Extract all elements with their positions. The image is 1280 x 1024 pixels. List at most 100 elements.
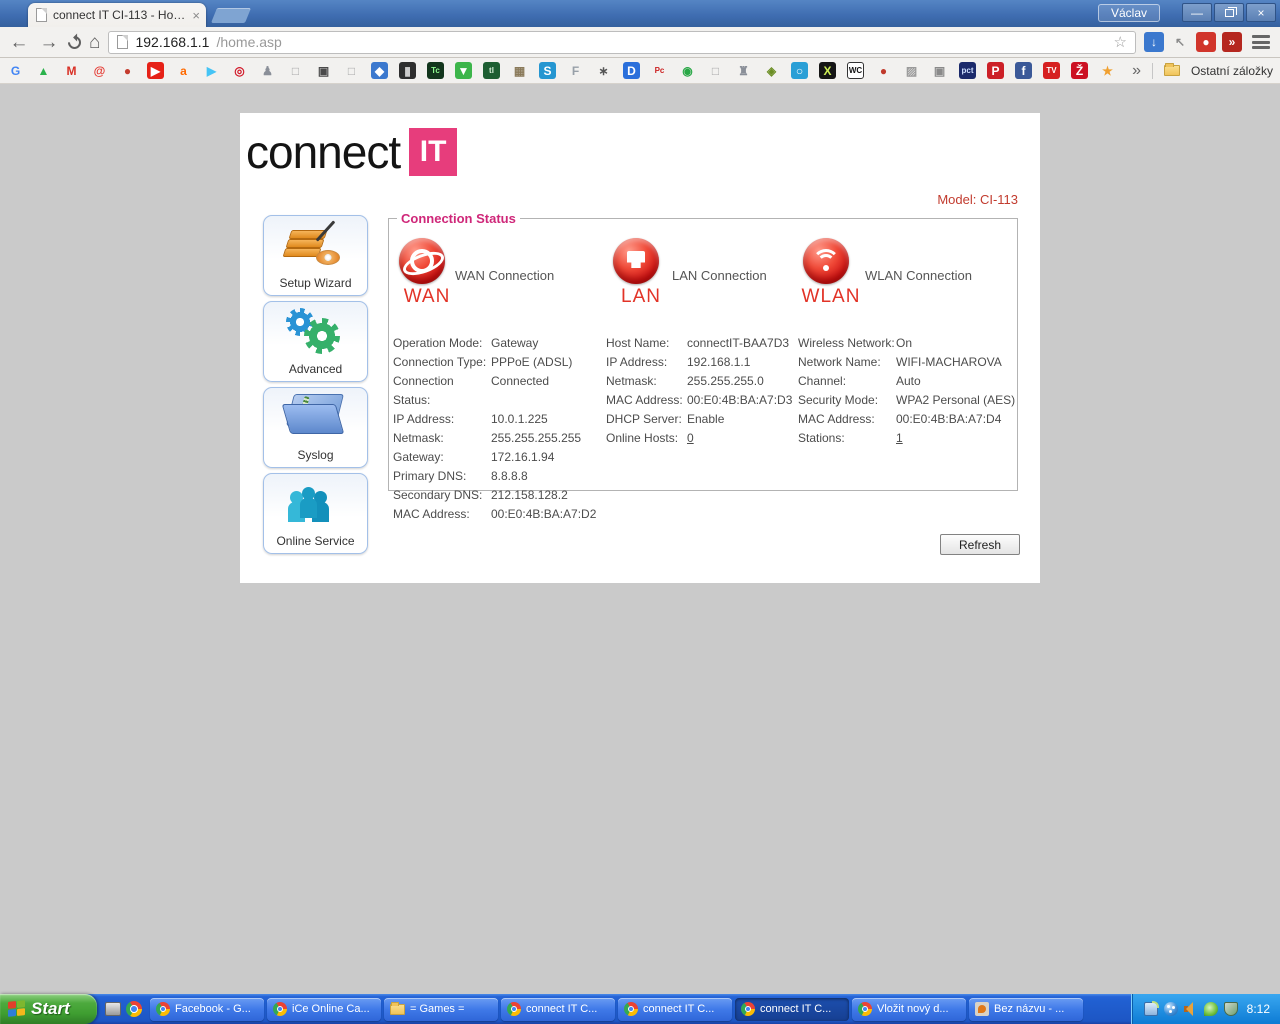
taskbar-item[interactable]: iCe Online Ca... [267,997,381,1021]
cursor-extension-icon[interactable]: ↖ [1170,32,1190,52]
other-bookmarks-label[interactable]: Ostatní záložky [1191,64,1273,78]
alza-bookmark-icon[interactable]: a [175,62,192,79]
url-bar[interactable]: 192.168.1.1/home.asp ☆ [108,30,1136,54]
d-blue-bookmark-icon[interactable]: D [623,62,640,79]
f-gray-bookmark-icon[interactable]: F [567,62,584,79]
status-value: 212.158.128.2 [491,488,568,502]
play-blue-bookmark-icon[interactable]: ▶ [203,62,220,79]
forward-button[interactable]: → [38,33,60,52]
green-dot-bookmark-icon[interactable]: ◉ [679,62,696,79]
x-black-bookmark-icon[interactable]: X [819,62,836,79]
player-tray-icon[interactable] [1163,1002,1178,1016]
reload-button[interactable] [65,32,84,52]
taskbar-item[interactable]: = Games = [384,997,498,1021]
gear-bookmark-icon[interactable]: ∗ [595,62,612,79]
wc-bookmark-icon[interactable]: WC [847,62,864,79]
pct-bookmark-icon[interactable]: pct [959,62,976,79]
taskbar-item[interactable]: Facebook - G... [150,997,264,1021]
wan-status-rows: Operation Mode: Gateway Connection Type:… [393,334,605,524]
adblock-extension-icon[interactable]: ● [1196,32,1216,52]
film-bookmark-icon[interactable]: ◈ [763,62,780,79]
zive-bookmark-icon[interactable]: Ž [1071,62,1088,79]
p-net-bookmark-icon[interactable]: P [987,62,1004,79]
google-bookmark-icon[interactable]: G [7,62,24,79]
graphics-tray-icon[interactable] [1203,1002,1218,1016]
sidebar-item-online-service[interactable]: Online Service [263,473,368,554]
bookmarks-bar: G ▲ M @ ● ▶ a ▶ ◎ ♟ □ ▣ □ ◆ ▮ Tc ▼ tl ▦ … [0,58,1280,84]
status-value[interactable]: 0 [687,429,694,448]
s-blue-bookmark-icon[interactable]: S [539,62,556,79]
youtube-bookmark-icon[interactable]: ▶ [147,62,164,79]
network-tray-icon[interactable] [1143,1001,1159,1016]
volume-tray-icon[interactable] [1183,1002,1198,1016]
status-value[interactable]: 1 [896,429,903,448]
taskbar-item[interactable]: connect IT C... [501,997,615,1021]
power-blue-bookmark-icon[interactable]: ○ [791,62,808,79]
dark-app-bookmark-icon[interactable]: ▮ [399,62,416,79]
statue-bookmark-icon[interactable]: ♟ [259,62,276,79]
status-row: Operation Mode: Gateway [393,334,605,353]
blue-app-bookmark-icon[interactable]: ◆ [371,62,388,79]
facebook-bookmark-icon[interactable]: f [1015,62,1032,79]
wlan-badge: WLAN [801,286,861,307]
spiral-red-bookmark-icon[interactable]: ◎ [231,62,248,79]
taskbar-item[interactable]: connect IT C... [618,997,732,1021]
setup-wizard-icon [264,218,367,270]
star-orange-bookmark-icon[interactable]: ★ [1099,62,1116,79]
taskbar-item[interactable]: Bez názvu - ... [969,997,1083,1021]
tv-red-bookmark-icon[interactable]: TV [1043,62,1060,79]
status-row: Wireless Network: On [798,334,1016,353]
taskbar-item-icon [273,1002,287,1016]
status-label: Online Hosts: [606,431,679,445]
chrome-quicklaunch-icon[interactable] [126,1001,142,1017]
menu-button[interactable] [1250,34,1272,50]
home-button[interactable]: ⌂ [89,33,100,52]
other-bookmarks-folder-icon [1163,63,1180,76]
status-label: MAC Address: [606,393,683,407]
tipcars-bookmark-icon[interactable]: Tc [427,62,444,79]
lan-status-rows: Host Name: connectIT-BAA7D3 IP Address: … [606,334,794,448]
taskbar-item[interactable]: connect IT C... [735,997,849,1021]
bookmarks-overflow-chevron[interactable]: » [1132,62,1141,80]
page3-bookmark-icon[interactable]: □ [707,62,724,79]
new-tab-button[interactable] [210,8,252,23]
sidebar-item-syslog[interactable]: Syslog [263,387,368,468]
drive-bookmark-icon[interactable]: ▲ [35,62,52,79]
pc-red-bookmark-icon[interactable]: Pc [651,62,668,79]
status-row: Secondary DNS: 212.158.128.2 [393,486,605,505]
status-value: 00:E0:4B:BA:A7:D4 [896,412,1002,426]
sidebar-item-setup-wizard[interactable]: Setup Wizard [263,215,368,296]
page2-bookmark-icon[interactable]: □ [343,62,360,79]
green-down-bookmark-icon[interactable]: ▼ [455,62,472,79]
download-extension-icon[interactable]: ↓ [1144,32,1164,52]
refresh-button[interactable]: Refresh [940,534,1020,555]
back-button[interactable]: ← [8,33,30,52]
gmail-bookmark-icon[interactable]: M [63,62,80,79]
tl-green-bookmark-icon[interactable]: tl [483,62,500,79]
bookmark-star-icon[interactable]: ☆ [1114,35,1127,50]
frame-bookmark-icon[interactable]: ▣ [931,62,948,79]
texture-bookmark-icon[interactable]: ▨ [903,62,920,79]
security-tray-icon[interactable] [1223,1002,1238,1016]
at-mail-bookmark-icon[interactable]: @ [91,62,108,79]
fastforward-extension-icon[interactable]: » [1222,32,1242,52]
start-button[interactable]: Start [0,994,97,1024]
tab-close-icon[interactable]: × [192,9,200,22]
profile-button[interactable]: Václav [1097,4,1160,22]
status-label: IP Address: [606,355,668,369]
url-path: /home.asp [216,34,282,50]
printer-bookmark-icon[interactable]: ▣ [315,62,332,79]
stop-hand-bookmark-icon[interactable]: ● [875,62,892,79]
taskbar-item[interactable]: Vložit nový d... [852,997,966,1021]
desktop-screen: connect IT CI-113 - Home × Václav — × ← … [0,0,1280,1024]
show-desktop-icon[interactable] [105,1002,121,1016]
page-bookmark-icon[interactable]: □ [287,62,304,79]
minimize-button[interactable]: — [1182,3,1212,22]
close-button[interactable]: × [1246,3,1276,22]
browser-tab[interactable]: connect IT CI-113 - Home × [28,3,206,27]
sidebar-item-advanced[interactable]: Advanced [263,301,368,382]
calendar-bookmark-icon[interactable]: ▦ [511,62,528,79]
statue2-bookmark-icon[interactable]: ♜ [735,62,752,79]
apple-red-bookmark-icon[interactable]: ● [119,62,136,79]
restore-button[interactable] [1214,3,1244,22]
